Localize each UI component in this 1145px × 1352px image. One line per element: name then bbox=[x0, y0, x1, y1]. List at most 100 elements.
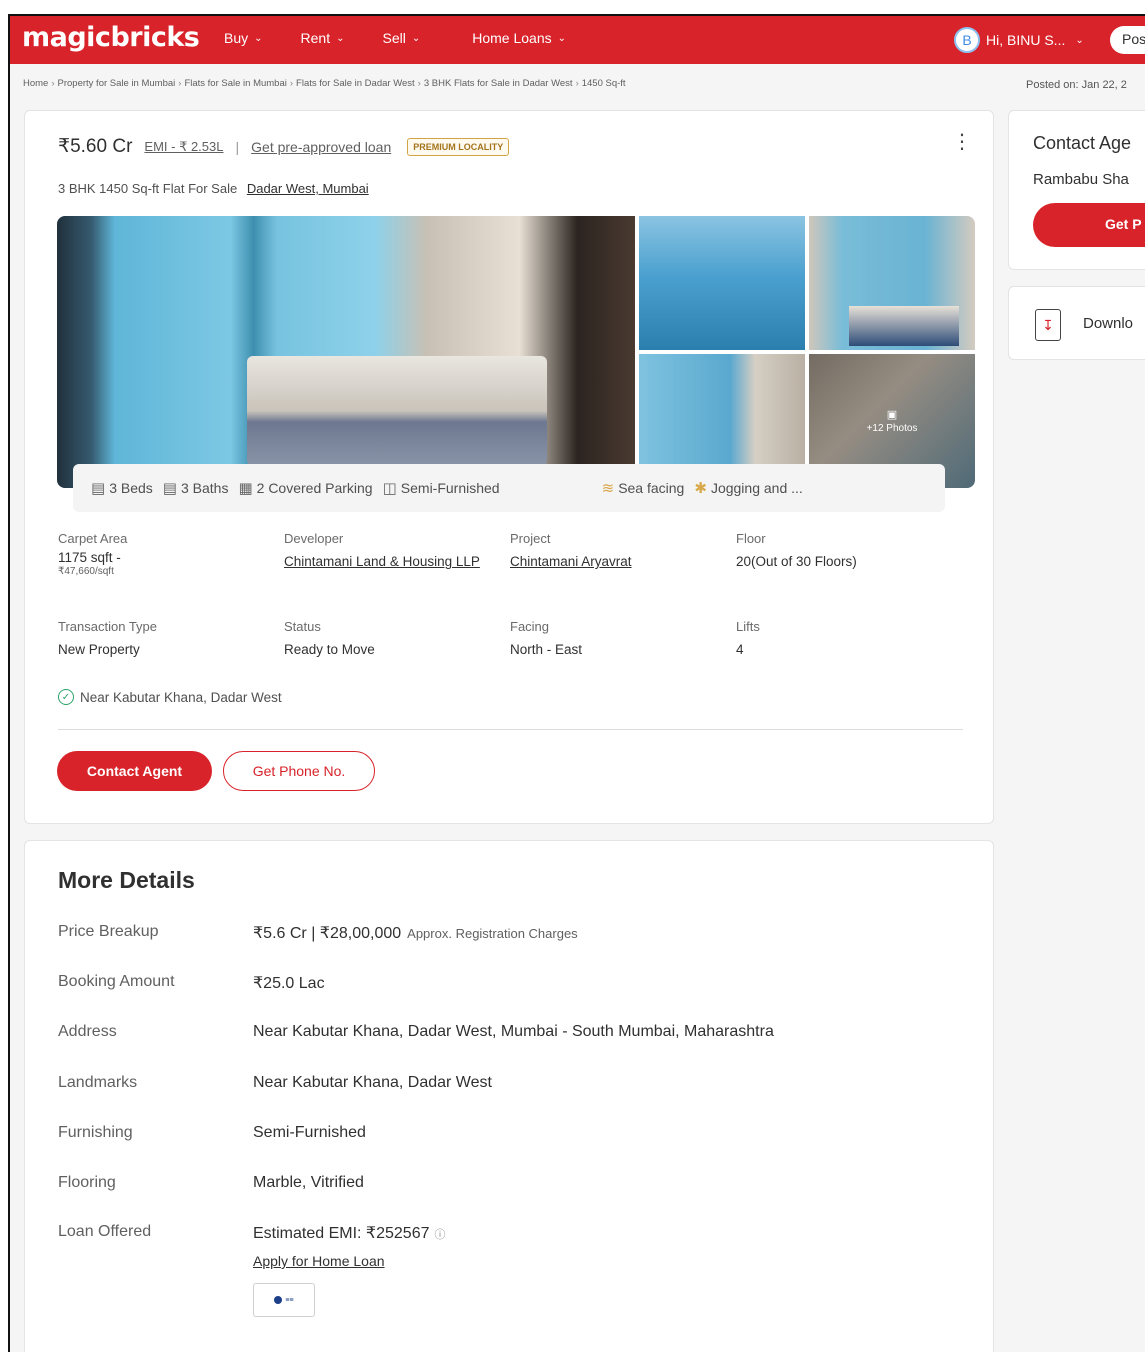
photo-gallery[interactable]: ▣ +12 Photos bbox=[57, 216, 975, 488]
detail-row: Landmarks Near Kabutar Khana, Dadar West bbox=[58, 1074, 492, 1092]
amenity-extra[interactable]: ✱ Jogging and ... bbox=[694, 479, 802, 497]
fact-value: 1175 sqft - bbox=[58, 550, 121, 565]
more-details-title: More Details bbox=[58, 867, 195, 893]
divider bbox=[58, 729, 963, 730]
nearby-landmark: ✓ Near Kabutar Khana, Dadar West bbox=[58, 689, 282, 705]
fact-carpet-area: Carpet Area 1175 sqft - ₹47,660/sqft bbox=[58, 531, 278, 577]
bathtub-icon: ▤ bbox=[162, 480, 177, 497]
fact-value: 20(Out of 30 Floors) bbox=[736, 554, 857, 569]
breadcrumb-separator-icon: › bbox=[417, 78, 421, 89]
download-panel[interactable]: ↧ Downlo bbox=[1008, 286, 1145, 360]
baths-label: 3 Baths bbox=[180, 480, 229, 496]
nav-rent[interactable]: Rent ⌄ bbox=[301, 30, 345, 46]
avatar: B bbox=[954, 27, 980, 53]
amenity-baths: ▤ 3 Baths bbox=[163, 479, 229, 497]
fact-label: Project bbox=[510, 531, 551, 546]
nav-home-loans[interactable]: Home Loans ⌄ bbox=[472, 30, 566, 46]
breadcrumb-separator-icon: › bbox=[289, 78, 294, 89]
nav-rent-label: Rent bbox=[300, 30, 331, 46]
fact-value: North - East bbox=[510, 642, 583, 657]
post-property-button[interactable]: Pos bbox=[1110, 26, 1145, 54]
info-icon[interactable]: ⓘ bbox=[435, 1229, 446, 1241]
fact-label: Facing bbox=[510, 619, 550, 634]
user-menu[interactable]: B Hi, BINU S... ⌄ bbox=[954, 27, 1084, 53]
chevron-down-icon: ⌄ bbox=[411, 32, 421, 44]
contact-panel-title: Contact Age bbox=[1033, 133, 1132, 153]
detail-value: Marble, Vitrified bbox=[253, 1174, 364, 1191]
main-nav: Buy ⌄ Rent ⌄ Sell ⌄ Home Loans ⌄ bbox=[224, 30, 604, 46]
chevron-down-icon: ⌄ bbox=[557, 32, 567, 44]
estimated-emi: Estimated EMI: ₹252567 bbox=[253, 1225, 430, 1242]
listing-price: ₹5.60 Cr bbox=[58, 136, 133, 157]
nav-sell-label: Sell bbox=[382, 30, 406, 46]
breadcrumb-item[interactable]: Home bbox=[23, 78, 48, 89]
detail-value: Semi-Furnished bbox=[253, 1124, 366, 1141]
listing-subtitle: 3 BHK 1450 Sq-ft Flat For Sale Dadar Wes… bbox=[58, 181, 369, 196]
detail-label: Address bbox=[58, 1023, 117, 1040]
chevron-down-icon: ⌄ bbox=[254, 32, 263, 44]
nearby-landmark-text: Near Kabutar Khana, Dadar West bbox=[80, 689, 282, 705]
premium-locality-badge: PREMIUM LOCALITY bbox=[407, 137, 510, 156]
detail-label: Flooring bbox=[58, 1174, 116, 1191]
breadcrumb-separator-icon: › bbox=[178, 78, 182, 89]
amenity-furnishing: ◫ Semi-Furnished bbox=[383, 479, 500, 497]
fact-transaction-type: Transaction Type New Property bbox=[58, 619, 278, 660]
price-row: ₹5.60 Cr EMI - ₹ 2.53L | Get pre-approve… bbox=[58, 135, 510, 158]
get-phone-side-button[interactable]: Get P bbox=[1033, 203, 1145, 247]
fact-label: Floor bbox=[736, 531, 766, 546]
contact-agent-button[interactable]: Contact Agent bbox=[57, 751, 212, 791]
gallery-photo[interactable] bbox=[809, 216, 975, 350]
nav-buy[interactable]: Buy ⌄ bbox=[224, 30, 263, 46]
breadcrumb-item[interactable]: Flats for Sale in Dadar West bbox=[296, 78, 415, 89]
fact-label: Status bbox=[284, 619, 321, 634]
more-options-icon[interactable]: ⋮ bbox=[952, 132, 972, 152]
download-file-icon: ↧ bbox=[1035, 309, 1061, 341]
project-link[interactable]: Chintamani Aryavrat bbox=[510, 552, 730, 572]
chevron-down-icon: ⌄ bbox=[336, 32, 345, 44]
registration-note: Approx. Registration Charges bbox=[407, 926, 578, 941]
fact-floor: Floor 20(Out of 30 Floors) bbox=[736, 531, 956, 572]
more-details-card: More Details Price Breakup ₹5.6 Cr | ₹28… bbox=[24, 840, 994, 1352]
detail-label: Price Breakup bbox=[58, 923, 159, 940]
nav-home-loans-label: Home Loans bbox=[472, 30, 552, 46]
sea-icon: ≋ bbox=[601, 480, 615, 497]
page-frame: magicbricks Buy ⌄ Rent ⌄ Sell ⌄ Home Loans ⌄… bbox=[8, 14, 1145, 1352]
main-photo[interactable] bbox=[57, 216, 635, 488]
breadcrumb-item[interactable]: 3 BHK Flats for Sale in Dadar West bbox=[424, 78, 573, 89]
fact-value: Ready to Move bbox=[284, 642, 375, 657]
emi-link[interactable]: EMI - ₹ 2.53L bbox=[144, 139, 223, 155]
fact-status: Status Ready to Move bbox=[284, 619, 504, 660]
listing-card: ₹5.60 Cr EMI - ₹ 2.53L | Get pre-approve… bbox=[24, 110, 994, 824]
magicbricks-logo[interactable]: magicbricks bbox=[22, 22, 200, 53]
posted-date: Posted on: Jan 22, 2 bbox=[1026, 79, 1127, 91]
developer-link[interactable]: Chintamani Land & Housing LLP bbox=[284, 552, 504, 572]
detail-label: Loan Offered bbox=[58, 1223, 152, 1240]
breadcrumb-item[interactable]: Flats for Sale in Mumbai bbox=[184, 78, 286, 89]
fact-label: Transaction Type bbox=[58, 619, 157, 634]
breadcrumb-item[interactable]: Property for Sale in Mumbai bbox=[58, 78, 176, 89]
detail-label: Furnishing bbox=[58, 1124, 133, 1141]
listing-title: 3 BHK 1450 Sq-ft Flat For Sale bbox=[58, 181, 238, 196]
top-header: magicbricks Buy ⌄ Rent ⌄ Sell ⌄ Home Loans ⌄… bbox=[10, 16, 1145, 64]
detail-value: Near Kabutar Khana, Dadar West, Mumbai -… bbox=[253, 1023, 774, 1040]
divider-pipe: | bbox=[235, 138, 240, 155]
detail-value: ₹5.6 Cr | ₹28,00,000 Approx. Registration… bbox=[253, 923, 578, 943]
detail-value: Estimated EMI: ₹252567 ⓘ bbox=[253, 1223, 446, 1243]
check-circle-icon: ✓ bbox=[58, 689, 74, 705]
gallery-photo[interactable] bbox=[639, 216, 805, 350]
get-phone-button[interactable]: Get Phone No. bbox=[223, 751, 375, 791]
user-greeting: Hi, BINU S... bbox=[986, 32, 1066, 48]
pre-approved-loan-link[interactable]: Get pre-approved loan bbox=[251, 139, 391, 155]
fact-project: Project Chintamani Aryavrat bbox=[510, 531, 730, 572]
fact-facing: Facing North - East bbox=[510, 619, 730, 660]
apply-home-loan-link[interactable]: Apply for Home Loan bbox=[253, 1253, 385, 1269]
price-per-sqft: ₹47,660/sqft bbox=[58, 566, 114, 577]
fact-value: New Property bbox=[58, 642, 140, 657]
detail-value: ₹25.0 Lac bbox=[253, 975, 325, 992]
fact-value: 4 bbox=[736, 642, 744, 657]
location-link[interactable]: Dadar West, Mumbai bbox=[247, 181, 369, 196]
beds-label: 3 Beds bbox=[109, 480, 153, 496]
nav-sell[interactable]: Sell ⌄ bbox=[382, 30, 420, 46]
more-photos-count: +12 Photos bbox=[866, 423, 918, 434]
detail-row: Price Breakup ₹5.6 Cr | ₹28,00,000 Approx… bbox=[58, 923, 578, 943]
